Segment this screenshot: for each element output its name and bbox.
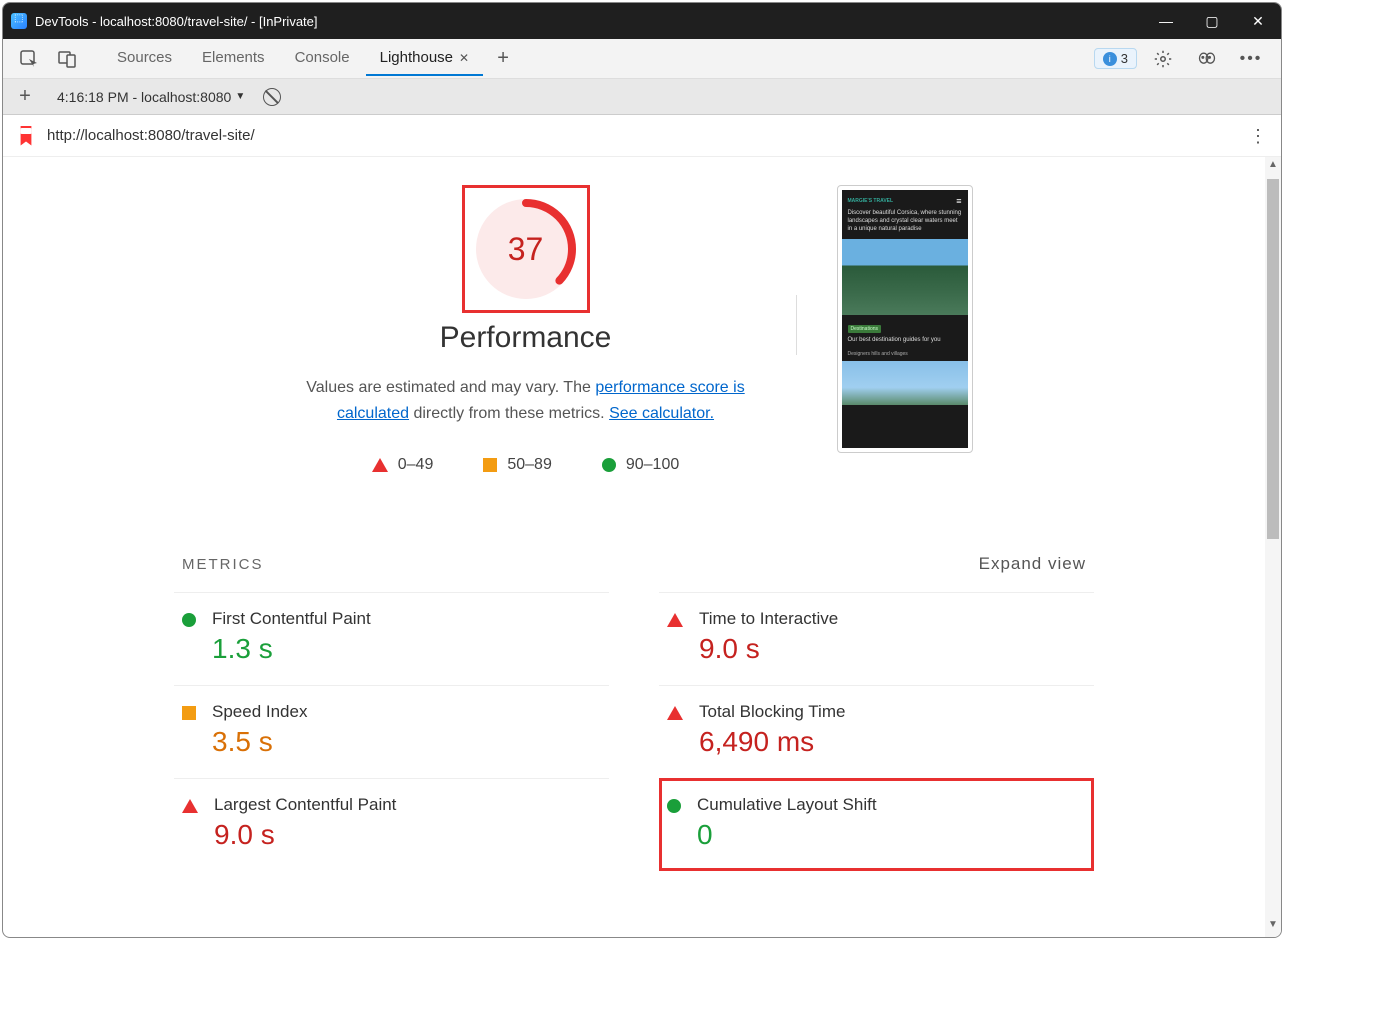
tab-elements-label: Elements (202, 49, 265, 66)
metrics-heading: METRICS (182, 556, 264, 573)
issue-dot-icon: i (1103, 52, 1117, 66)
window-title: DevTools - localhost:8080/travel-site/ -… (35, 14, 1143, 29)
triangle-icon (372, 458, 388, 472)
tab-lighthouse[interactable]: Lighthouse ✕ (366, 41, 483, 76)
preview-hero-text: Discover beautiful Corsica, where stunni… (848, 210, 962, 233)
issues-count: 3 (1121, 51, 1128, 66)
metric-name: Speed Index (212, 702, 307, 722)
metric-name: Time to Interactive (699, 609, 838, 629)
report-content: 37 Performance Values are estimated and … (3, 157, 1265, 937)
url-bar: http://localhost:8080/travel-site/ ⋮ (3, 115, 1281, 157)
tab-console-label: Console (295, 49, 350, 66)
devtools-app-icon (11, 13, 27, 29)
feedback-icon[interactable] (1189, 43, 1225, 75)
metric-value: 9.0 s (214, 819, 396, 851)
scroll-down-icon[interactable]: ▼ (1265, 919, 1281, 935)
tab-sources[interactable]: Sources (103, 41, 186, 76)
more-options-icon[interactable]: ••• (1233, 43, 1269, 75)
score-legend: 0–49 50–89 90–100 (296, 456, 756, 474)
snapshot-bar: + 4:16:18 PM - localhost:8080 ▼ (3, 79, 1281, 115)
status-indicator-icon (667, 613, 683, 627)
lighthouse-icon (17, 126, 35, 146)
vertical-scrollbar[interactable]: ▲ ▼ (1265, 157, 1281, 937)
performance-gauge[interactable]: 37 (462, 185, 590, 313)
preview-image-2 (842, 361, 968, 405)
more-tabs-button[interactable]: + (485, 43, 521, 75)
titlebar: DevTools - localhost:8080/travel-site/ -… (3, 3, 1281, 39)
preview-brand: MARGIE'S TRAVEL (848, 198, 894, 204)
performance-heading: Performance (296, 321, 756, 355)
metric-largest-contentful-paint[interactable]: Largest Contentful Paint 9.0 s (174, 778, 609, 871)
issues-badge[interactable]: i 3 (1094, 48, 1137, 69)
metric-total-blocking-time[interactable]: Total Blocking Time 6,490 ms (659, 685, 1094, 778)
legend-fail: 0–49 (372, 456, 434, 474)
tab-console[interactable]: Console (281, 41, 364, 76)
performance-score: 37 (508, 231, 544, 268)
status-indicator-icon (182, 613, 196, 627)
circle-icon (602, 458, 616, 472)
clear-icon[interactable] (263, 88, 281, 106)
vertical-divider (796, 295, 797, 355)
metric-first-contentful-paint[interactable]: First Contentful Paint 1.3 s (174, 592, 609, 685)
status-indicator-icon (182, 706, 196, 720)
preview-small-text: Designers hills and villages (848, 351, 962, 357)
legend-pass-label: 90–100 (626, 456, 679, 474)
window-controls: — ▢ ✕ (1143, 3, 1281, 39)
metric-name: First Contentful Paint (212, 609, 371, 629)
report-label: 4:16:18 PM - localhost:8080 (57, 89, 231, 105)
legend-pass: 90–100 (602, 456, 679, 474)
tab-sources-label: Sources (117, 49, 172, 66)
preview-hero-image (842, 239, 968, 315)
close-button[interactable]: ✕ (1235, 3, 1281, 39)
metric-cumulative-layout-shift[interactable]: Cumulative Layout Shift 0 (659, 778, 1094, 871)
maximize-button[interactable]: ▢ (1189, 3, 1235, 39)
preview-tag: Destinations (848, 325, 882, 333)
scroll-up-icon[interactable]: ▲ (1265, 159, 1281, 175)
desc-mid: directly from these metrics. (409, 405, 609, 422)
new-report-button[interactable]: + (11, 85, 39, 108)
report-url: http://localhost:8080/travel-site/ (47, 127, 1237, 144)
metric-name: Largest Contentful Paint (214, 795, 396, 815)
hamburger-icon: ≡ (956, 196, 961, 206)
status-indicator-icon (667, 799, 681, 813)
status-indicator-icon (667, 706, 683, 720)
metric-value: 3.5 s (212, 726, 307, 758)
scrollbar-thumb[interactable] (1267, 179, 1279, 539)
metric-value: 1.3 s (212, 633, 371, 665)
calculator-link[interactable]: See calculator. (609, 405, 714, 422)
legend-avg-label: 50–89 (507, 456, 552, 474)
tabbar: Sources Elements Console Lighthouse ✕ + … (3, 39, 1281, 79)
device-emulation-icon[interactable] (49, 43, 85, 75)
legend-average: 50–89 (483, 456, 552, 474)
metric-time-to-interactive[interactable]: Time to Interactive 9.0 s (659, 592, 1094, 685)
legend-fail-label: 0–49 (398, 456, 434, 474)
metric-value: 9.0 s (699, 633, 838, 665)
report-menu-icon[interactable]: ⋮ (1249, 133, 1267, 139)
settings-icon[interactable] (1145, 43, 1181, 75)
metric-value: 0 (697, 819, 877, 851)
preview-subheading: Our best destination guides for you (848, 337, 962, 343)
dropdown-caret-icon: ▼ (235, 91, 245, 102)
report-dropdown[interactable]: 4:16:18 PM - localhost:8080 ▼ (49, 85, 253, 109)
expand-view-button[interactable]: Expand view (979, 554, 1086, 574)
tab-elements[interactable]: Elements (188, 41, 279, 76)
metric-speed-index[interactable]: Speed Index 3.5 s (174, 685, 609, 778)
page-screenshot-thumbnail[interactable]: MARGIE'S TRAVEL ≡ Discover beautiful Cors… (837, 185, 973, 453)
desc-prefix: Values are estimated and may vary. The (306, 379, 595, 396)
status-indicator-icon (182, 799, 198, 813)
performance-summary: 37 Performance Values are estimated and … (296, 185, 756, 474)
close-tab-icon[interactable]: ✕ (459, 51, 469, 65)
performance-description: Values are estimated and may vary. The p… (296, 375, 756, 426)
inspect-element-icon[interactable] (11, 43, 47, 75)
square-icon (483, 458, 497, 472)
metrics-section: METRICS Expand view First Contentful Pai… (174, 554, 1094, 871)
minimize-button[interactable]: — (1143, 3, 1189, 39)
metric-name: Total Blocking Time (699, 702, 845, 722)
metric-name: Cumulative Layout Shift (697, 795, 877, 815)
devtools-window: DevTools - localhost:8080/travel-site/ -… (2, 2, 1282, 938)
tab-lighthouse-label: Lighthouse (380, 49, 453, 66)
metric-value: 6,490 ms (699, 726, 845, 758)
